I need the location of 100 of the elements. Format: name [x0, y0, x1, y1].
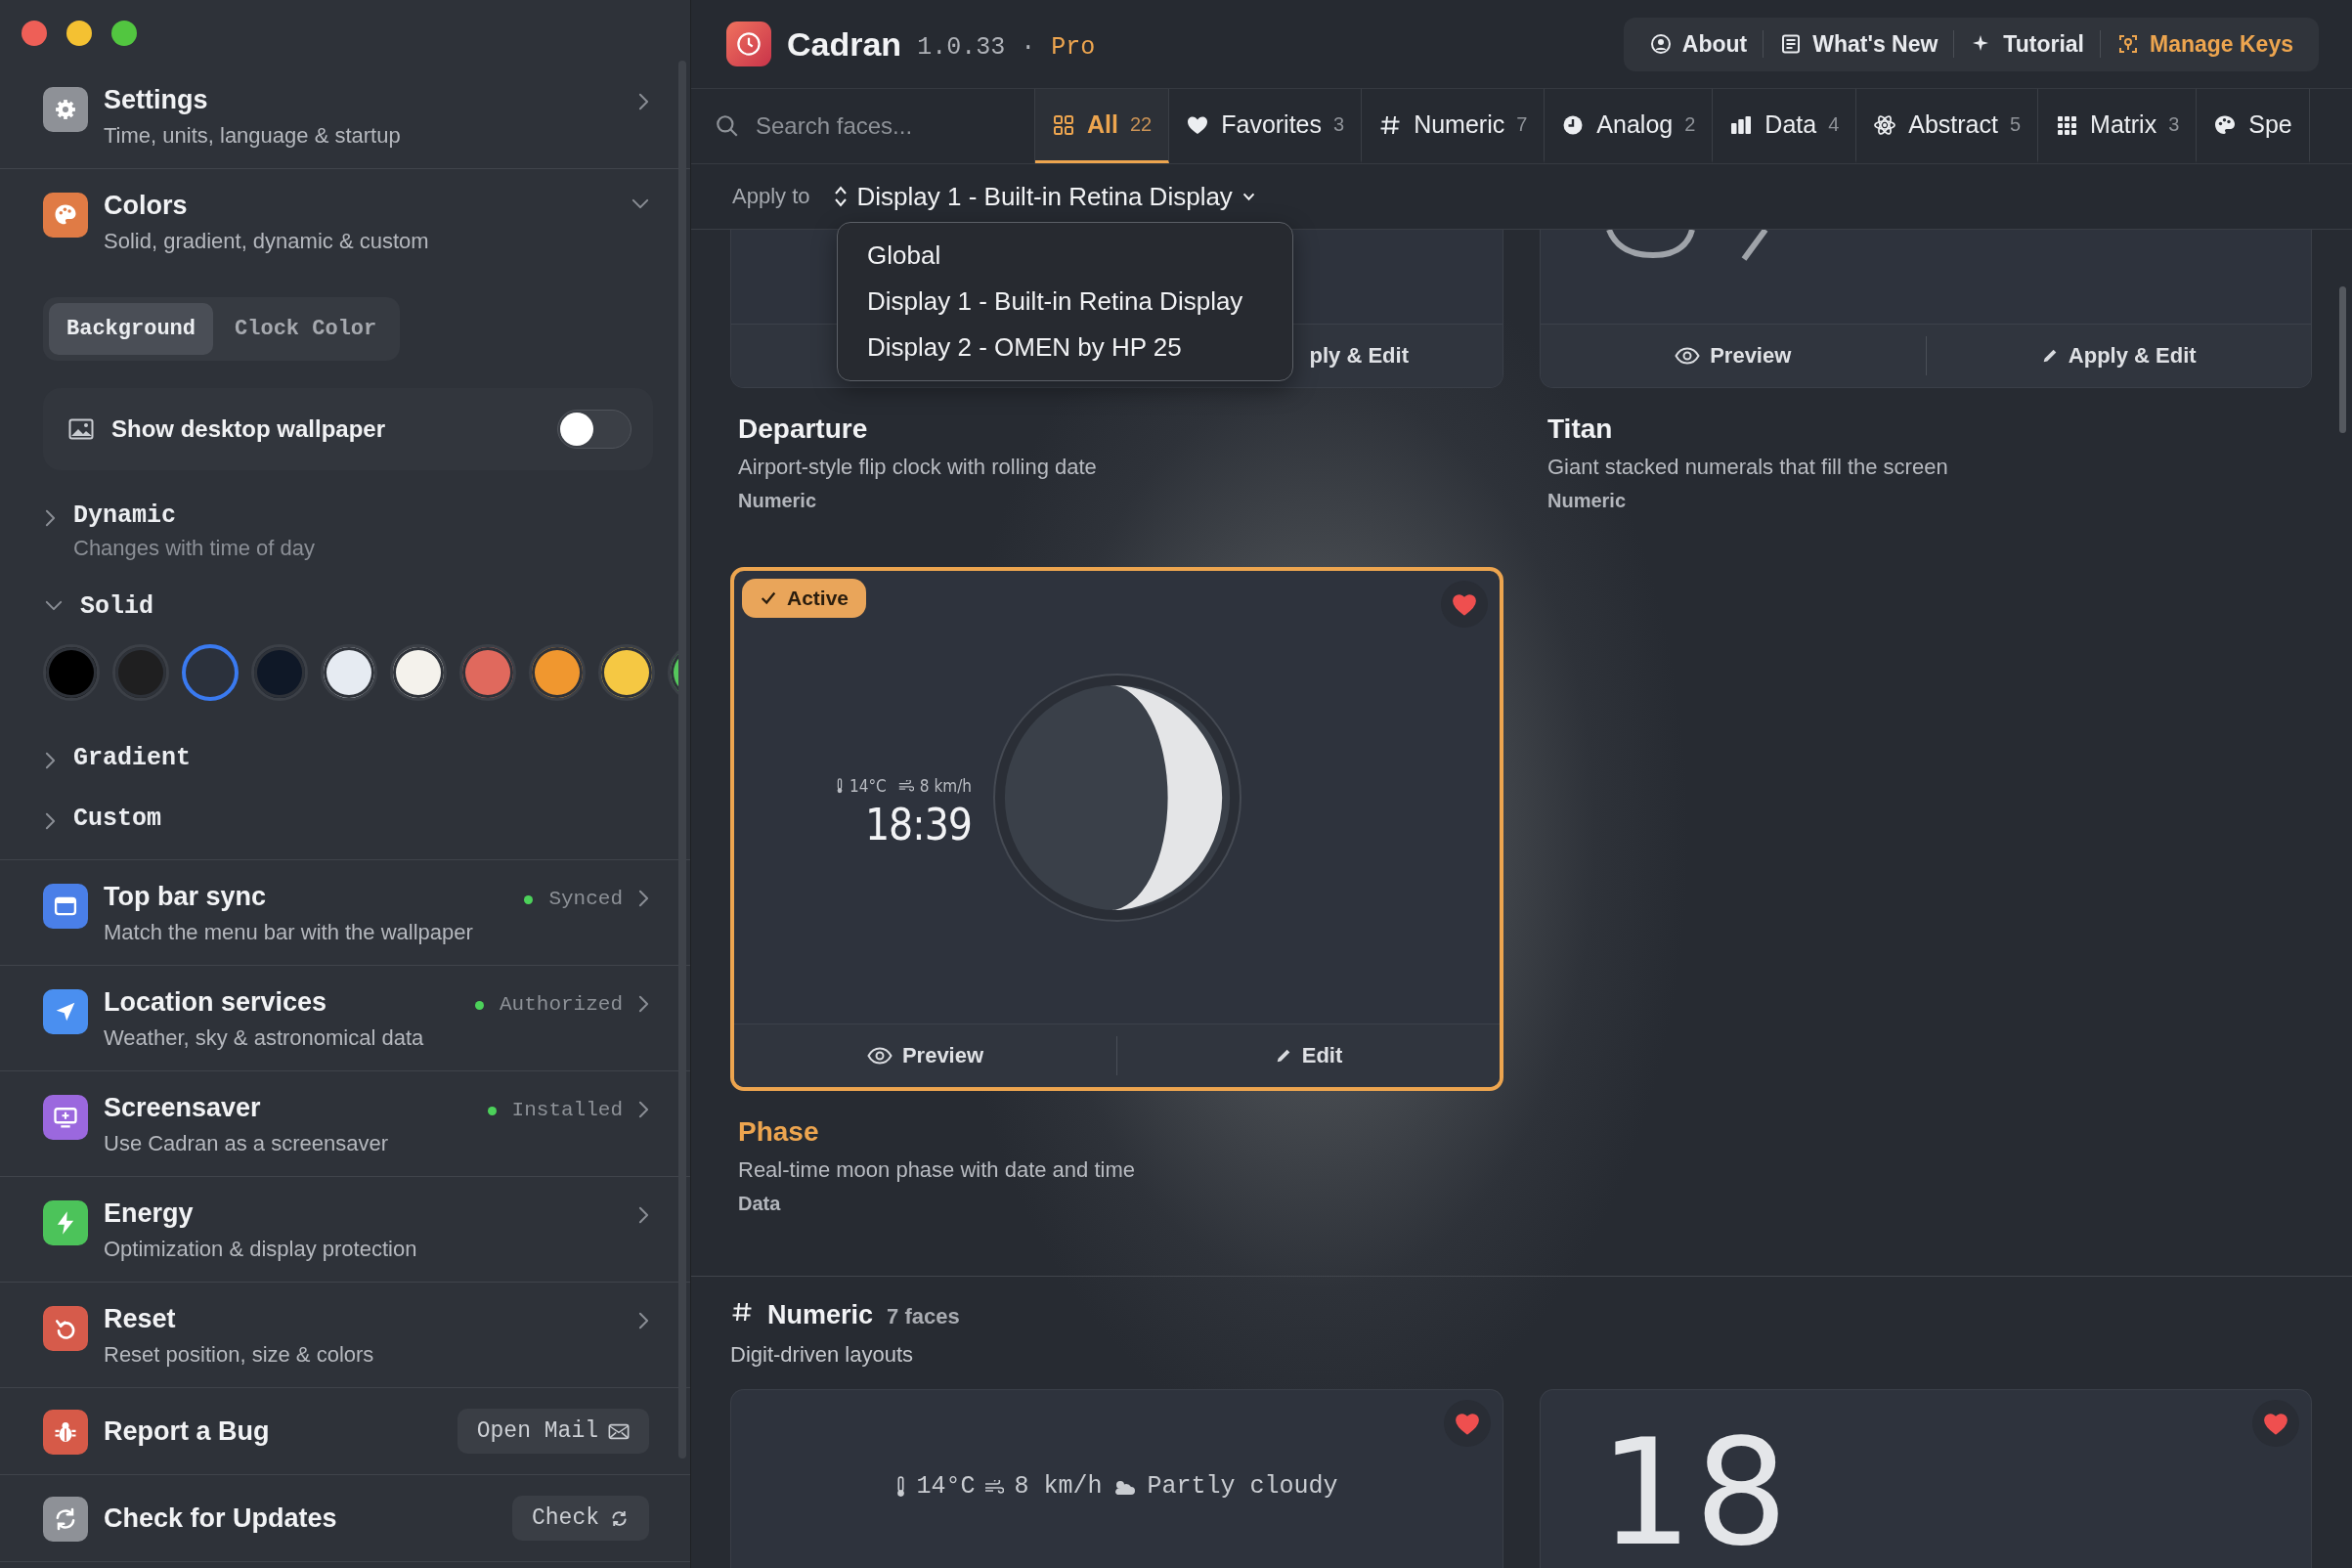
face-title: Phase: [738, 1116, 819, 1148]
item-title[interactable]: Reset: [104, 1304, 623, 1334]
toggle-label: Show desktop wallpaper: [111, 415, 387, 443]
thermometer-icon: [895, 1475, 907, 1498]
condition-text: Partly cloudy: [1147, 1472, 1338, 1501]
atom-icon: [1873, 112, 1897, 137]
edit-button[interactable]: Apply & Edit: [1926, 325, 2311, 387]
item-title[interactable]: Top bar sync: [104, 882, 509, 912]
face-card[interactable]: Preview Apply & Edit: [1540, 230, 2312, 388]
group-label[interactable]: Dynamic: [73, 501, 316, 530]
item-title: Check for Updates: [104, 1503, 338, 1534]
chevron-down-icon: [45, 600, 63, 611]
scrollbar[interactable]: [2339, 286, 2346, 433]
status-dot: [474, 1001, 484, 1010]
status-dot: [524, 895, 534, 904]
face-card[interactable]: 14°C 8 km/h Partly cloudy: [730, 1389, 1503, 1568]
up-down-icon: [833, 185, 848, 208]
filter-tab[interactable]: Matrix 3: [2038, 89, 2198, 163]
filter-tab[interactable]: Numeric 7: [1362, 89, 1546, 163]
item-subtitle: Reset position, size & colors: [104, 1342, 375, 1368]
segment-tab[interactable]: Clock Color: [217, 303, 395, 355]
group-label[interactable]: Solid: [80, 592, 153, 621]
color-swatch[interactable]: [182, 644, 239, 701]
menu-item[interactable]: Display 1 - Built-in Retina Display: [838, 279, 1292, 325]
item-subtitle: Use Cadran as a screensaver: [104, 1131, 390, 1156]
status-label: Installed: [511, 1099, 623, 1121]
item-title[interactable]: Settings: [104, 85, 623, 115]
chevron-right-icon: [45, 509, 56, 527]
wind-icon: [897, 780, 914, 792]
thermometer-icon: [836, 778, 844, 794]
active-badge: Active: [742, 579, 867, 618]
filter-tab[interactable]: Analog 2: [1545, 89, 1714, 163]
edit-button[interactable]: ply & Edit: [1309, 325, 1409, 387]
minimize-button[interactable]: [66, 21, 92, 46]
wind-label: 8 km/h: [897, 776, 972, 796]
header-button[interactable]: Tutorial: [1954, 22, 2100, 65]
face-category: Numeric: [1547, 490, 1627, 512]
clock-logo-icon: [726, 22, 771, 66]
chevron-right-icon: [638, 1312, 649, 1329]
item-title: Report a Bug: [104, 1416, 271, 1447]
preview-button[interactable]: Preview: [1541, 325, 1926, 387]
header-button[interactable]: Manage Keys: [2101, 22, 2309, 65]
clock-digits: 18: [1599, 1419, 1790, 1566]
search-icon: [715, 113, 740, 139]
action-button[interactable]: Check: [512, 1496, 649, 1541]
image-icon: [68, 418, 94, 440]
chevron-down-icon: [632, 198, 649, 209]
status-label: Authorized: [499, 993, 623, 1016]
apply-label: Apply to: [732, 184, 810, 209]
item-title[interactable]: Screensaver: [104, 1093, 472, 1123]
menu-item[interactable]: Global: [838, 233, 1292, 279]
status-dot: [487, 1107, 497, 1115]
search-field[interactable]: Search faces...: [754, 111, 1002, 141]
segment-tab[interactable]: Background: [49, 303, 214, 355]
item-subtitle: Weather, sky & astronomical data: [104, 1025, 425, 1051]
close-button[interactable]: [22, 21, 47, 46]
group-label[interactable]: Gradient: [73, 744, 192, 772]
group-label[interactable]: Custom: [73, 805, 161, 833]
section-count: 7 faces: [887, 1304, 960, 1329]
group-subtitle: Changes with time of day: [73, 536, 316, 561]
chevron-right-icon: [45, 812, 56, 830]
edit-button[interactable]: Edit: [1117, 1024, 1500, 1087]
face-card[interactable]: 18: [1540, 1389, 2312, 1568]
action-button[interactable]: Open Mail: [457, 1409, 649, 1454]
face-category: Numeric: [738, 490, 817, 512]
section-title: Numeric: [767, 1300, 874, 1330]
chevron-right-icon: [638, 995, 649, 1013]
scrollbar[interactable]: [678, 61, 686, 1459]
app-name: Cadran: [787, 24, 902, 64]
heart-icon[interactable]: [1455, 1412, 1480, 1435]
item-subtitle: Match the menu bar with the wallpaper: [104, 920, 474, 945]
display-select[interactable]: Display 1 - Built-in Retina Display: [833, 181, 1255, 212]
item-title[interactable]: Colors: [104, 191, 616, 221]
header-button[interactable]: About: [1633, 22, 1764, 65]
filter-tab[interactable]: Favorites 3: [1169, 89, 1363, 163]
face-card[interactable]: Active 14°C 8 km/h 18:39 Preview Edit: [730, 567, 1503, 1091]
filter-tab[interactable]: Data 4: [1713, 89, 1857, 163]
hash-icon: [730, 1300, 754, 1324]
filter-tab[interactable]: Spe: [2197, 89, 2310, 163]
menu-item[interactable]: Display 2 - OMEN by HP 25: [838, 325, 1292, 370]
heart-icon[interactable]: [2263, 1412, 2288, 1435]
chevron-right-icon: [638, 890, 649, 907]
chevron-right-icon: [638, 1206, 649, 1224]
heart-icon[interactable]: [1452, 592, 1477, 616]
face-title: Titan: [1547, 414, 1613, 445]
grid-icon: [1052, 112, 1075, 137]
zoom-button[interactable]: [111, 21, 137, 46]
eye-icon: [866, 1047, 893, 1065]
clock-time: 18:39: [864, 800, 972, 849]
item-title[interactable]: Location services: [104, 987, 459, 1018]
section-subtitle: Digit-driven layouts: [730, 1342, 915, 1368]
header-button[interactable]: What's New: [1764, 22, 1954, 65]
mail-icon: [608, 1422, 630, 1440]
toggle-switch[interactable]: [557, 410, 632, 449]
filter-tab[interactable]: Abstract 5: [1856, 89, 2039, 163]
preview-button[interactable]: Preview: [734, 1024, 1116, 1087]
filter-tab[interactable]: All 22: [1035, 89, 1170, 163]
weather-text: 14°C: [916, 1472, 976, 1501]
weather-label: 14°C: [836, 776, 887, 796]
item-title[interactable]: Energy: [104, 1198, 623, 1229]
